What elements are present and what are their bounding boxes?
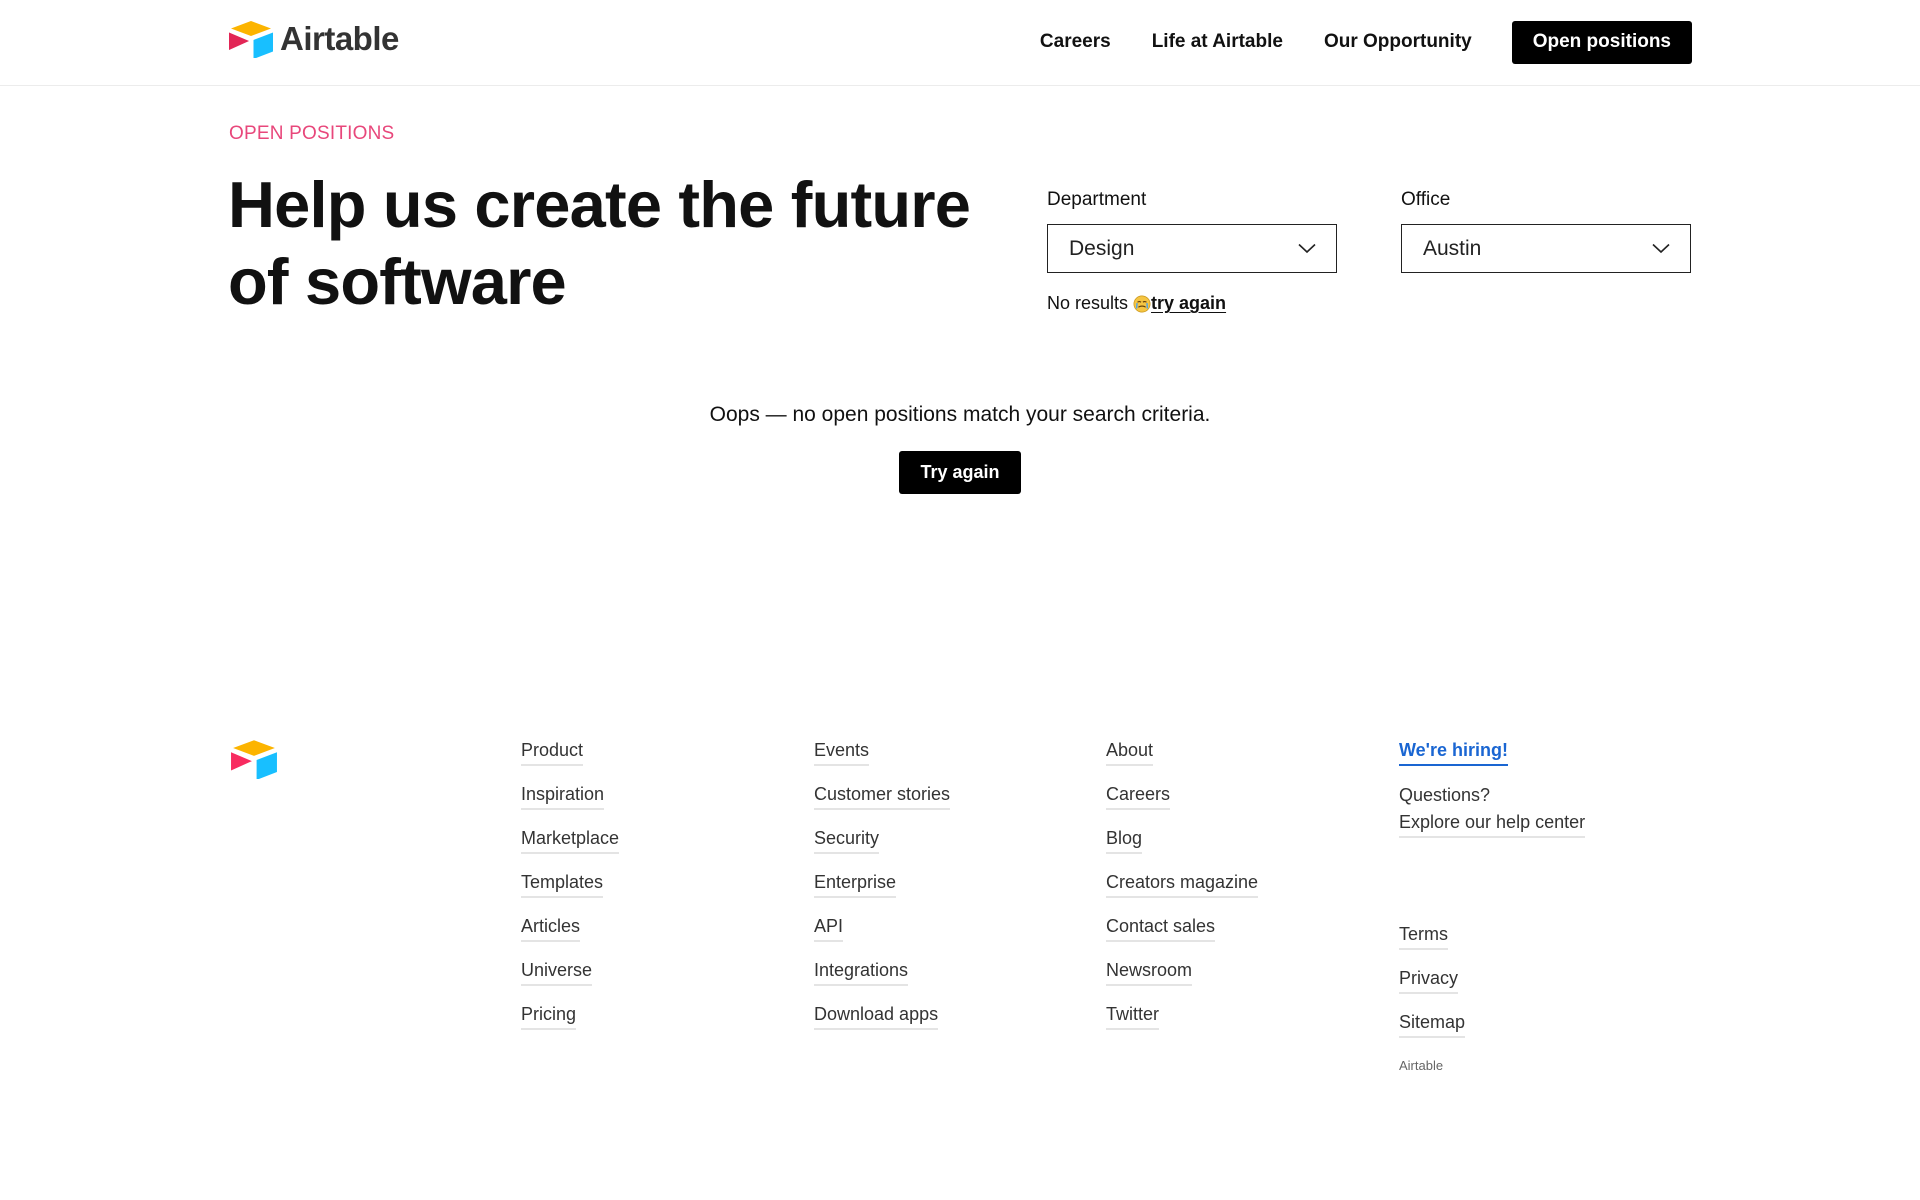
office-selected-value: Austin: [1423, 236, 1482, 260]
try-again-link[interactable]: try again: [1151, 293, 1226, 314]
try-again-button[interactable]: Try again: [899, 451, 1021, 494]
main-nav: Careers Life at Airtable Our Opportunity…: [999, 20, 1692, 64]
office-select[interactable]: Austin: [1401, 224, 1691, 273]
footer-link-twitter[interactable]: Twitter: [1106, 1004, 1160, 1030]
brand-name: Airtable: [280, 20, 399, 57]
footer-link-customer-stories[interactable]: Customer stories: [814, 784, 951, 810]
footer-link-enterprise[interactable]: Enterprise: [814, 872, 897, 898]
footer-link-product[interactable]: Product: [521, 740, 584, 766]
no-results-message: No results try again: [1047, 293, 1226, 314]
chevron-down-icon: [1298, 243, 1316, 254]
footer-link-templates[interactable]: Templates: [521, 872, 604, 898]
footer-column-events: Events Customer stories Security Enterpr…: [814, 740, 951, 1048]
footer-link-events[interactable]: Events: [814, 740, 870, 766]
footer-link-security[interactable]: Security: [814, 828, 880, 854]
footer-link-help-center[interactable]: Explore our help center: [1399, 812, 1586, 838]
airtable-logo-icon: [229, 21, 273, 58]
airtable-logo-icon: [231, 740, 277, 780]
footer-copyright: Airtable: [1399, 1058, 1444, 1073]
no-results-text: No results: [1047, 293, 1129, 313]
footer-link-newsroom[interactable]: Newsroom: [1106, 960, 1193, 986]
footer-link-hiring[interactable]: We're hiring!: [1399, 740, 1508, 766]
footer-link-download-apps[interactable]: Download apps: [814, 1004, 939, 1030]
footer-legal-links: Terms Privacy Sitemap: [1399, 924, 1466, 1056]
footer-link-sitemap[interactable]: Sitemap: [1399, 1012, 1466, 1038]
footer-link-api[interactable]: API: [814, 916, 844, 942]
footer-link-privacy[interactable]: Privacy: [1399, 968, 1459, 994]
department-filter: Department Design: [1047, 188, 1337, 273]
footer-airtable-logo[interactable]: [230, 739, 278, 784]
footer-link-creators-magazine[interactable]: Creators magazine: [1106, 872, 1259, 898]
open-positions-button[interactable]: Open positions: [1511, 20, 1692, 64]
footer-questions-label: Questions?: [1399, 785, 1491, 805]
nav-careers[interactable]: Careers: [1040, 31, 1111, 53]
crying-face-icon: [1133, 295, 1151, 312]
section-eyebrow: OPEN POSITIONS: [229, 123, 395, 144]
footer-link-inspiration[interactable]: Inspiration: [521, 784, 605, 810]
office-label: Office: [1401, 189, 1451, 210]
footer-column-product: Product Inspiration Marketplace Template…: [521, 740, 620, 1048]
page-headline: Help us create the future of software: [228, 168, 971, 318]
footer-link-careers[interactable]: Careers: [1106, 784, 1171, 810]
airtable-logo[interactable]: Airtable: [228, 18, 399, 60]
chevron-down-icon: [1652, 243, 1670, 254]
empty-state-message: Oops — no open positions match your sear…: [709, 403, 1211, 426]
site-header: Airtable Careers Life at Airtable Our Op…: [0, 0, 1920, 86]
footer-link-articles[interactable]: Articles: [521, 916, 581, 942]
department-select[interactable]: Design: [1047, 224, 1337, 273]
nav-our-opportunity[interactable]: Our Opportunity: [1324, 31, 1472, 53]
footer-link-integrations[interactable]: Integrations: [814, 960, 909, 986]
footer-column-contact: We're hiring! Questions? Explore our hel…: [1399, 740, 1586, 856]
footer-link-about[interactable]: About: [1106, 740, 1154, 766]
department-selected-value: Design: [1069, 236, 1135, 260]
office-filter: Office Austin: [1401, 188, 1691, 273]
footer-link-contact-sales[interactable]: Contact sales: [1106, 916, 1216, 942]
nav-life-at-airtable[interactable]: Life at Airtable: [1152, 31, 1283, 53]
department-label: Department: [1047, 189, 1147, 210]
footer-link-universe[interactable]: Universe: [521, 960, 593, 986]
footer-link-marketplace[interactable]: Marketplace: [521, 828, 620, 854]
footer-link-blog[interactable]: Blog: [1106, 828, 1143, 854]
footer-link-pricing[interactable]: Pricing: [521, 1004, 577, 1030]
footer-link-terms[interactable]: Terms: [1399, 924, 1448, 950]
footer-column-about: About Careers Blog Creators magazine Con…: [1106, 740, 1259, 1048]
